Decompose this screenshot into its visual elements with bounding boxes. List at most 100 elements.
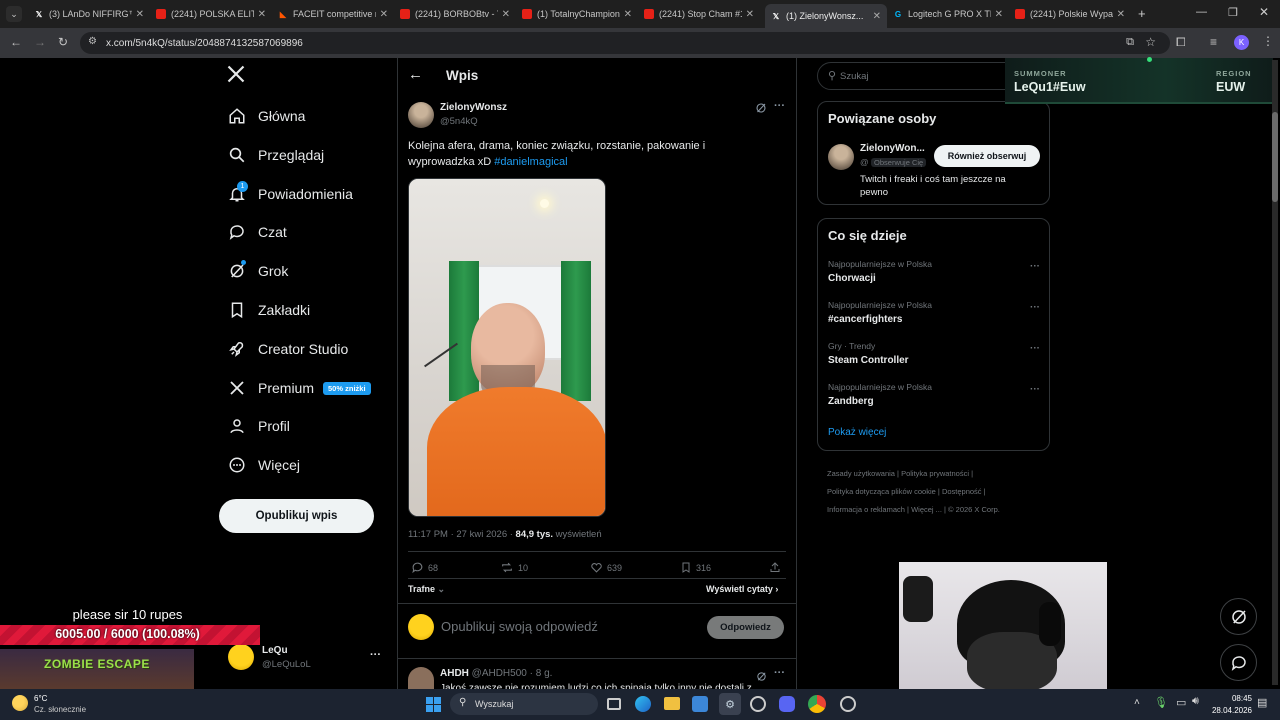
reply-sort-dropdown[interactable]: Trafne ⌄ [408, 584, 445, 595]
nav-item-7[interactable]: Premium 50% zniżki [226, 374, 371, 402]
x-logo-icon[interactable] [226, 64, 248, 88]
browser-tab[interactable]: 𝕏 (3) LAnDo NIFFIRG™... ✕ [28, 4, 150, 24]
trend-more-icon[interactable]: ··· [1030, 302, 1040, 313]
hashtag-link[interactable]: #danielmagical [494, 156, 567, 168]
address-bar[interactable]: ⚙ x.com/5n4kQ/status/2048874132587069896… [80, 32, 1170, 54]
account-more-icon[interactable]: ··· [370, 649, 381, 661]
weather-icon[interactable] [12, 695, 28, 711]
browser-tab[interactable]: (2241) POLSKA ELITA ✕ [150, 4, 272, 24]
steam-app-icon[interactable]: ⚙ [719, 693, 741, 715]
back-icon[interactable]: ← [10, 35, 22, 49]
back-arrow-icon[interactable]: ← [408, 66, 423, 83]
trend-more-icon[interactable]: ··· [1030, 343, 1040, 354]
post-more-icon[interactable]: ··· [774, 100, 785, 112]
follow-back-button[interactable]: Również obserwuj [934, 145, 1040, 167]
related-name[interactable]: ZielonyWon... [860, 143, 925, 154]
messages-floating-button[interactable] [1220, 644, 1257, 681]
store-app-icon[interactable] [692, 696, 708, 712]
view-quotes-link[interactable]: Wyświetl cytaty › [706, 584, 778, 594]
reply-more-icon[interactable]: ··· [774, 667, 785, 679]
nav-item-3[interactable]: Czat [226, 218, 287, 246]
nav-item-1[interactable]: Przeglądaj [226, 141, 324, 169]
like-action[interactable]: 639 [590, 561, 622, 574]
footer-more[interactable]: Więcej ... [911, 505, 942, 514]
tab-close-icon[interactable]: ✕ [624, 9, 632, 20]
tab-close-icon[interactable]: ✕ [1117, 9, 1125, 20]
bookmark-star-icon[interactable]: ☆ [1145, 35, 1156, 49]
site-info-icon[interactable]: ⚙ [88, 36, 97, 47]
bookmark-action[interactable]: 316 [680, 561, 711, 574]
app-icon-8[interactable] [840, 696, 856, 712]
tab-close-icon[interactable]: ✕ [995, 9, 1003, 20]
footer-cookies[interactable]: Polityka dotycząca plików cookie [827, 487, 936, 496]
trend-item[interactable]: Najpopularniejsze w Polska Chorwacji ··· [828, 259, 1040, 284]
share-action[interactable] [769, 561, 785, 574]
tab-close-icon[interactable]: ✕ [258, 9, 266, 20]
footer-ads[interactable]: Informacja o reklamach [827, 505, 905, 514]
start-button[interactable] [426, 697, 441, 712]
nav-item-0[interactable]: Główna [226, 102, 305, 130]
install-app-icon[interactable]: ⧉ [1126, 36, 1134, 49]
nav-item-8[interactable]: Profil [226, 412, 290, 440]
tab-close-icon[interactable]: ✕ [502, 9, 510, 20]
tray-chevron-icon[interactable]: ˄ [1134, 697, 1140, 708]
trend-item[interactable]: Gry · Trendy Steam Controller ··· [828, 341, 1040, 366]
reply-input[interactable]: Opublikuj swoją odpowiedź [441, 619, 598, 634]
post-video[interactable] [408, 178, 606, 517]
post-button[interactable]: Opublikuj wpis [219, 499, 374, 533]
reading-list-icon[interactable]: ≡ [1210, 35, 1217, 49]
clock-date[interactable]: 28.04.2026 [1206, 706, 1252, 715]
trend-item[interactable]: Najpopularniejsze w Polska #cancerfighter… [828, 300, 1040, 325]
nav-item-4[interactable]: Grok [226, 257, 288, 285]
trend-item[interactable]: Najpopularniejsze w Polska Zandberg ··· [828, 382, 1040, 407]
browser-tab[interactable]: 𝕏 (1) ZielonyWonsz... ✕ [765, 4, 887, 28]
volume-tray-icon[interactable]: 🔊︎ [1192, 695, 1199, 708]
forward-icon[interactable]: → [34, 35, 46, 49]
network-tray-icon[interactable]: ▭ [1176, 696, 1186, 709]
taskbar-search[interactable]: ⚲ Wyszukaj [450, 693, 598, 715]
reply-action[interactable]: 68 [411, 561, 438, 574]
maximize-button[interactable]: ❐ [1228, 6, 1238, 19]
browser-tab[interactable]: G Logitech G PRO X TK... ✕ [887, 4, 1009, 24]
browser-tab[interactable]: (2241) BORBOBtv - Yo... ✕ [394, 4, 516, 24]
close-window-button[interactable]: ✕ [1259, 5, 1269, 19]
scrollbar[interactable] [1272, 60, 1278, 685]
browser-tab[interactable]: ◣ FACEIT competitive m... ✕ [272, 4, 394, 24]
tab-close-icon[interactable]: ✕ [136, 9, 144, 20]
nav-item-9[interactable]: Więcej [226, 451, 300, 479]
edge-app-icon[interactable] [635, 696, 651, 712]
explorer-app-icon[interactable] [664, 697, 680, 710]
new-tab-button[interactable]: + [1138, 6, 1146, 21]
chrome-app-icon[interactable] [808, 695, 826, 713]
notification-tray-icon[interactable]: ▤ [1257, 696, 1267, 709]
tab-close-icon[interactable]: ✕ [746, 9, 754, 20]
browser-tab[interactable]: (2241) Polskie Wypad... ✕ [1009, 4, 1131, 24]
mic-tray-icon[interactable]: 🎙︎ [1154, 696, 1168, 709]
show-more-link[interactable]: Pokaż więcej [828, 427, 886, 438]
author-avatar[interactable] [408, 102, 434, 128]
extensions-icon[interactable]: ⧠ [1176, 35, 1186, 50]
app-icon-5[interactable] [750, 696, 766, 712]
footer-terms[interactable]: Zasady użytkowania [827, 469, 895, 478]
reload-icon[interactable]: ↻ [58, 35, 68, 49]
task-view-icon[interactable] [607, 698, 621, 710]
browser-tab[interactable]: (2241) Stop Cham #1... ✕ [638, 4, 760, 24]
grok-post-icon[interactable] [755, 101, 767, 119]
nav-item-5[interactable]: Zakładki [226, 296, 310, 324]
clock-time[interactable]: 08:45 [1222, 694, 1252, 703]
footer-privacy[interactable]: Polityka prywatności [901, 469, 969, 478]
tab-close-icon[interactable]: ✕ [873, 11, 881, 22]
scrollbar-thumb[interactable] [1272, 112, 1278, 202]
browser-tab[interactable]: (1) TotalnyChampion... ✕ [516, 4, 638, 24]
nav-item-2[interactable]: 1 Powiadomienia [226, 180, 353, 208]
browser-menu-icon[interactable]: ⋮ [1262, 34, 1274, 48]
trend-more-icon[interactable]: ··· [1030, 261, 1040, 272]
repost-action[interactable]: 10 [500, 561, 528, 574]
author-name[interactable]: ZielonyWonsz [440, 102, 507, 113]
related-avatar[interactable] [828, 144, 854, 170]
minimize-button[interactable]: — [1196, 6, 1207, 18]
reply-author-avatar[interactable] [408, 667, 434, 689]
tab-close-icon[interactable]: ✕ [380, 9, 388, 20]
discord-app-icon[interactable] [779, 696, 795, 712]
post-time[interactable]: 11:17 PM · 27 kwi 2026 · [408, 529, 516, 540]
